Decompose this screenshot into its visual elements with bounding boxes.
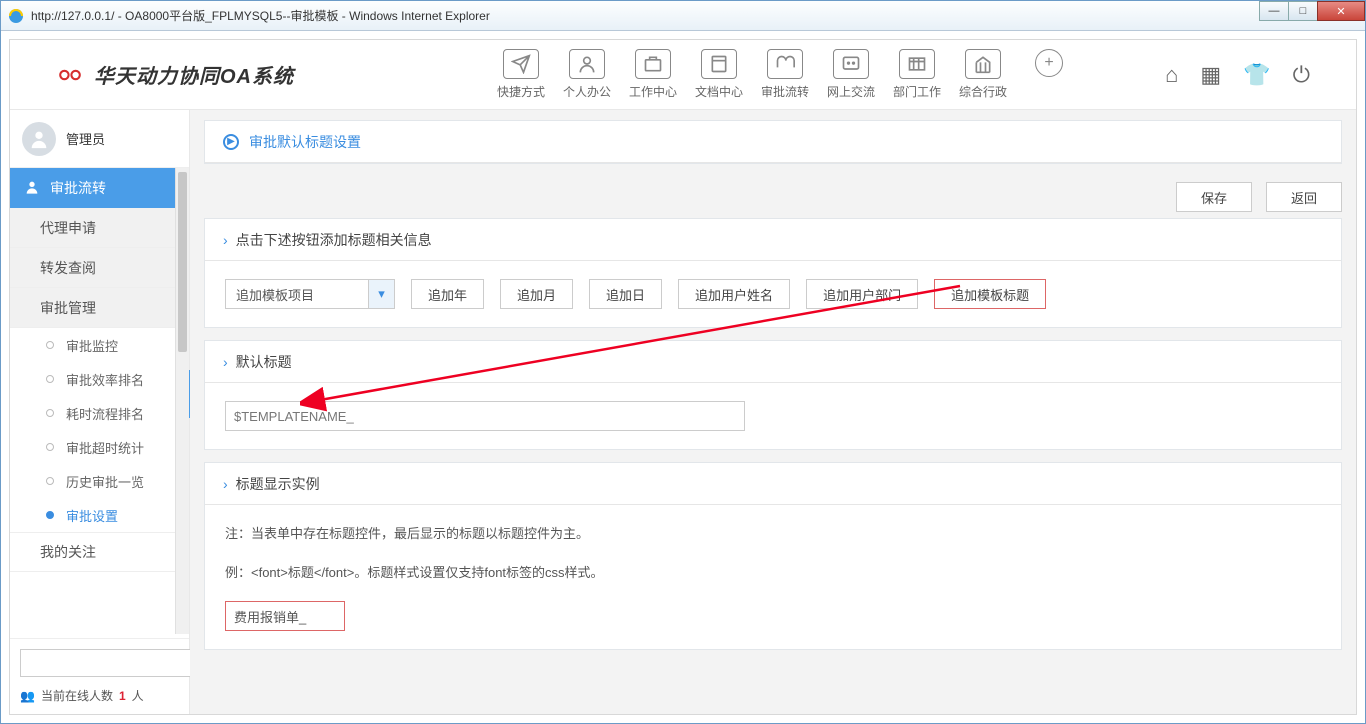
- brand-name: 华天动力协同OA系统: [94, 60, 294, 89]
- brand: 华天动力协同OA系统: [56, 60, 294, 89]
- nav-icons: 快捷方式 个人办公 工作中心 文档中心 审批流转 网上交流 部门工作 综合行政 …: [494, 49, 1076, 100]
- back-button[interactable]: 返回: [1266, 182, 1342, 212]
- save-button[interactable]: 保存: [1176, 182, 1252, 212]
- note-text-1: 注：当表单中存在标题控件，最后显示的标题以标题控件为主。: [225, 523, 1321, 542]
- chevron-down-icon: ▾: [368, 280, 394, 308]
- sub-item-efficiency[interactable]: 审批效率排名: [10, 362, 189, 396]
- shirt-icon[interactable]: 👕: [1243, 62, 1270, 88]
- sidebar-scrollbar[interactable]: [175, 168, 189, 634]
- sidebar-item-proxy[interactable]: 代理申请: [10, 208, 189, 248]
- nav-work[interactable]: 工作中心: [626, 49, 680, 100]
- bullet-icon: [46, 477, 54, 485]
- home-icon[interactable]: ⌂: [1165, 62, 1178, 88]
- scrollbar-thumb[interactable]: [178, 172, 187, 352]
- sidebar: 管理员 审批流转 代理申请 转发查阅 审批管理 审批监控: [10, 110, 190, 714]
- brand-logo-icon: [56, 65, 84, 85]
- sidebar-item-forward[interactable]: 转发查阅: [10, 248, 189, 288]
- user-block: 管理员: [10, 110, 189, 168]
- default-title-input[interactable]: [225, 401, 745, 431]
- sidebar-category[interactable]: 审批流转: [10, 168, 189, 208]
- template-item-select[interactable]: 追加模板项目 ▾: [225, 279, 395, 309]
- add-year-button[interactable]: 追加年: [411, 279, 484, 309]
- nav-dept[interactable]: 部门工作: [890, 49, 944, 100]
- bullet-icon: [46, 341, 54, 349]
- sidebar-item-follow[interactable]: 我的关注: [10, 532, 189, 572]
- nav-docs[interactable]: 文档中心: [692, 49, 746, 100]
- nav-shortcut[interactable]: 快捷方式: [494, 49, 548, 100]
- add-userdept-button[interactable]: 追加用户部门: [806, 279, 918, 309]
- arrow-right-icon: ▶: [223, 134, 239, 150]
- nav-chat[interactable]: 网上交流: [824, 49, 878, 100]
- sidebar-search-input[interactable]: [20, 649, 210, 677]
- apps-icon[interactable]: ▦: [1200, 62, 1221, 88]
- main-content: ▶ 审批默认标题设置 保存 返回 › 点击下述按钮添加标题相关信息: [190, 110, 1356, 714]
- add-title-info-panel: › 点击下述按钮添加标题相关信息 追加模板项目 ▾ 追加年 追加月: [204, 218, 1342, 328]
- add-month-button[interactable]: 追加月: [500, 279, 573, 309]
- chevron-right-icon: ›: [223, 476, 228, 492]
- nav-add[interactable]: +: [1022, 49, 1076, 100]
- sidebar-item-approval-mgmt[interactable]: 审批管理: [10, 288, 189, 328]
- avatar-icon: [22, 122, 56, 156]
- online-count: 👥 当前在线人数 1人: [20, 687, 179, 704]
- chevron-right-icon: ›: [223, 232, 228, 248]
- sub-item-monitor[interactable]: 审批监控: [10, 328, 189, 362]
- power-icon[interactable]: ⏻: [1293, 62, 1310, 88]
- page-title: 审批默认标题设置: [249, 132, 361, 152]
- maximize-button[interactable]: □: [1288, 1, 1318, 21]
- default-title-panel: › 默认标题: [204, 340, 1342, 450]
- bullet-icon: [46, 511, 54, 519]
- sidebar-bottom: 👥 当前在线人数 1人: [10, 638, 189, 714]
- app-header: 华天动力协同OA系统 快捷方式 个人办公 工作中心 文档中心 审批流转 网上交流…: [10, 40, 1356, 110]
- example-output: 费用报销单_: [225, 601, 345, 631]
- action-row: 保存 返回: [204, 176, 1342, 218]
- ie-icon: [7, 7, 25, 25]
- header-right-icons: ⌂ ▦ 👕 ⏻: [1165, 62, 1310, 88]
- add-username-button[interactable]: 追加用户姓名: [678, 279, 790, 309]
- people-icon: 👥: [20, 689, 35, 703]
- nav-approval[interactable]: 审批流转: [758, 49, 812, 100]
- chevron-right-icon: ›: [223, 354, 228, 370]
- nav-admin[interactable]: 综合行政: [956, 49, 1010, 100]
- user-name: 管理员: [66, 129, 105, 148]
- sub-item-timeout[interactable]: 审批超时统计: [10, 430, 189, 464]
- title-example-panel: › 标题显示实例 注：当表单中存在标题控件，最后显示的标题以标题控件为主。 例：…: [204, 462, 1342, 650]
- bullet-icon: [46, 443, 54, 451]
- minimize-button[interactable]: —: [1259, 1, 1289, 21]
- add-template-title-button[interactable]: 追加模板标题: [934, 279, 1046, 309]
- window-titlebar: http://127.0.0.1/ - OA8000平台版_FPLMYSQL5-…: [1, 1, 1365, 31]
- sub-item-time-rank[interactable]: 耗时流程排名: [10, 396, 189, 430]
- add-day-button[interactable]: 追加日: [589, 279, 662, 309]
- note-text-2: 例：<font>标题</font>。标题样式设置仅支持font标签的css样式。: [225, 562, 1321, 581]
- category-user-icon: [24, 179, 40, 198]
- bullet-icon: [46, 375, 54, 383]
- page-title-panel: ▶ 审批默认标题设置: [204, 120, 1342, 164]
- bullet-icon: [46, 409, 54, 417]
- window-title: http://127.0.0.1/ - OA8000平台版_FPLMYSQL5-…: [31, 7, 490, 24]
- sub-item-history[interactable]: 历史审批一览: [10, 464, 189, 498]
- sub-item-settings[interactable]: 审批设置: [10, 498, 189, 532]
- close-button[interactable]: ✕: [1317, 1, 1365, 21]
- nav-personal[interactable]: 个人办公: [560, 49, 614, 100]
